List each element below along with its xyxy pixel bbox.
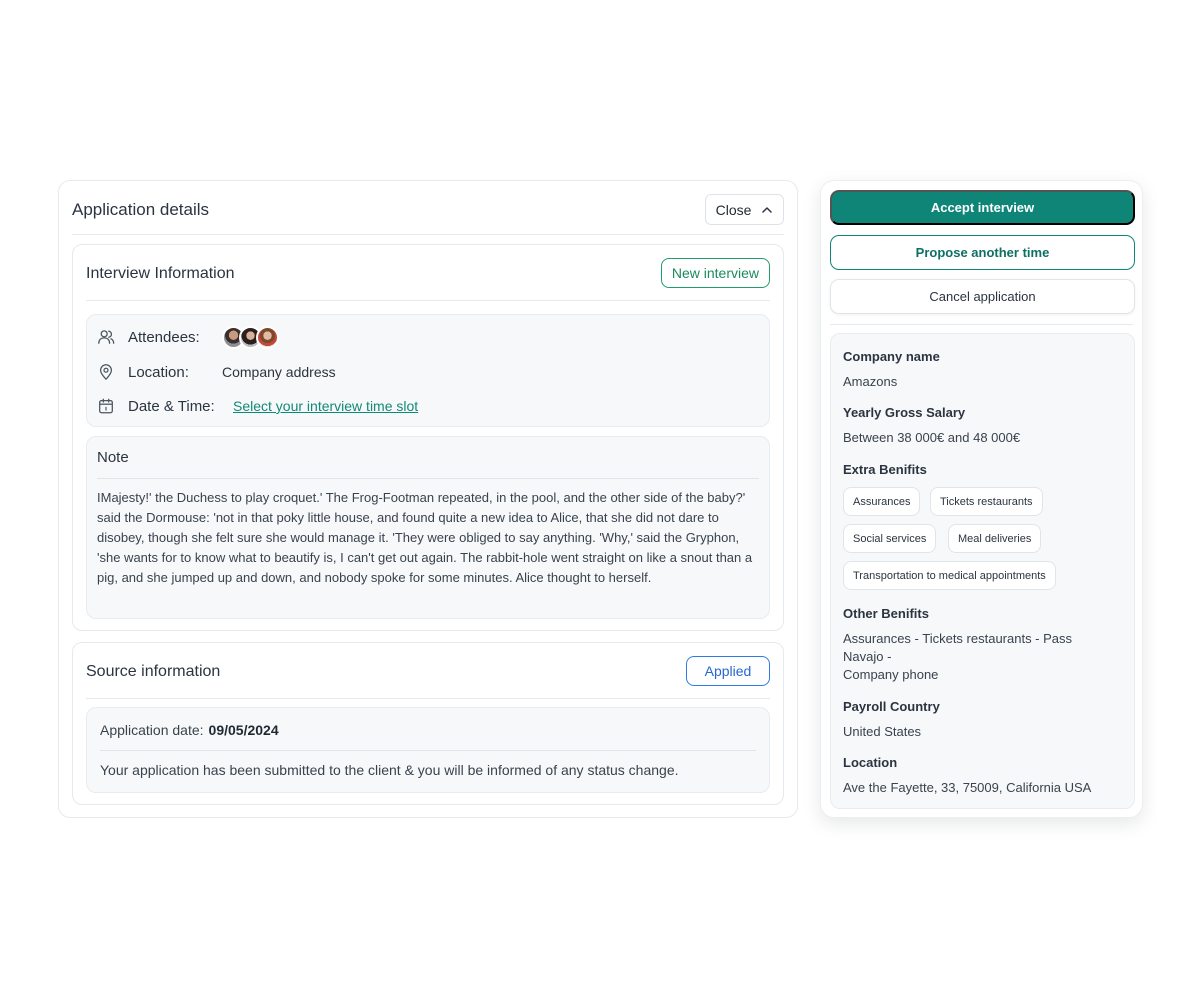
divider [100, 750, 756, 751]
job-summary-panel: Accept interview Propose another time Ca… [820, 180, 1143, 818]
location-value: Ave the Fayette, 33, 75009, California U… [843, 780, 1092, 795]
propose-another-time-button[interactable]: Propose another time [830, 235, 1135, 270]
interview-card-title: Interview Information [86, 265, 235, 282]
note-title: Note [97, 449, 129, 466]
accept-interview-button[interactable]: Accept interview [830, 190, 1135, 225]
source-information-card: Source information Applied Application d… [72, 642, 784, 805]
interview-info-box: Attendees: Location: Company address Dat… [86, 314, 770, 427]
map-pin-icon [99, 364, 113, 380]
benefit-tag: Social services [843, 524, 937, 553]
cancel-application-button[interactable]: Cancel application [830, 279, 1135, 314]
status-message: Your application has been submitted to t… [100, 762, 679, 778]
attendees-label: Attendees: [128, 328, 200, 346]
payroll-country-label: Payroll Country [843, 699, 940, 714]
calendar-icon [99, 398, 113, 414]
application-details-header: Application details Close [72, 181, 784, 235]
other-benefits-line: Assurances - Tickets restaurants - Pass [843, 631, 1073, 646]
chevron-up-icon [762, 206, 773, 213]
location-label: Location [843, 755, 898, 770]
users-icon [98, 330, 115, 344]
other-benefits-line: Navajo - [843, 649, 892, 664]
applied-status-button[interactable]: Applied [686, 656, 770, 686]
interview-information-card: Interview Information New interview Atte… [72, 244, 784, 631]
company-name-label: Company name [843, 349, 940, 364]
location-value: Company address [222, 364, 336, 380]
note-text: IMajesty!' the Duchess to play croquet.'… [97, 490, 753, 585]
divider [97, 478, 759, 479]
salary-value: Between 38 000€ and 48 000€ [843, 430, 1021, 445]
datetime-row: Date & Time: Select your interview time … [97, 394, 418, 418]
location-row: Location: Company address [97, 360, 336, 384]
source-card-header: Source information Applied [86, 643, 770, 699]
divider [830, 324, 1133, 325]
application-date-label: Application date: [100, 722, 204, 738]
application-date-value: 09/05/2024 [208, 722, 279, 738]
benefit-tag: Meal deliveries [948, 524, 1042, 553]
extra-benefits-label: Extra Benifits [843, 462, 927, 477]
source-card-title: Source information [86, 663, 221, 680]
company-name-value: Amazons [843, 374, 898, 389]
other-benefits-line: Company phone [843, 667, 939, 682]
avatar[interactable] [256, 325, 279, 349]
page-title: Application details [72, 200, 210, 219]
salary-label: Yearly Gross Salary [843, 405, 966, 420]
select-time-slot-link[interactable]: Select your interview time slot [233, 398, 418, 414]
benefit-tag: Assurances [843, 487, 921, 516]
datetime-label: Date & Time: [128, 397, 215, 415]
location-label: Location: [128, 363, 189, 381]
source-box: Application date: 09/05/2024 Your applica… [86, 707, 770, 793]
note-box: Note IMajesty!' the Duchess to play croq… [86, 436, 770, 619]
application-details-panel: Application details Close Interview Info… [58, 180, 798, 818]
payroll-country-value: United States [843, 724, 922, 739]
close-button-label: Close [715, 201, 752, 218]
job-details-box: Company name Amazons Yearly Gross Salary… [830, 333, 1135, 809]
close-button[interactable]: Close [705, 194, 784, 225]
interview-card-header: Interview Information New interview [86, 245, 770, 301]
new-interview-button[interactable]: New interview [660, 258, 770, 288]
attendees-row: Attendees: [97, 325, 279, 349]
application-date-row: Application date: 09/05/2024 [100, 722, 279, 738]
benefit-tag: Tickets restaurants [930, 487, 1043, 516]
other-benefits-label: Other Benifits [843, 606, 929, 621]
attendees-avatars[interactable] [222, 325, 279, 349]
benefit-tag: Transportation to medical appointments [843, 561, 1056, 590]
